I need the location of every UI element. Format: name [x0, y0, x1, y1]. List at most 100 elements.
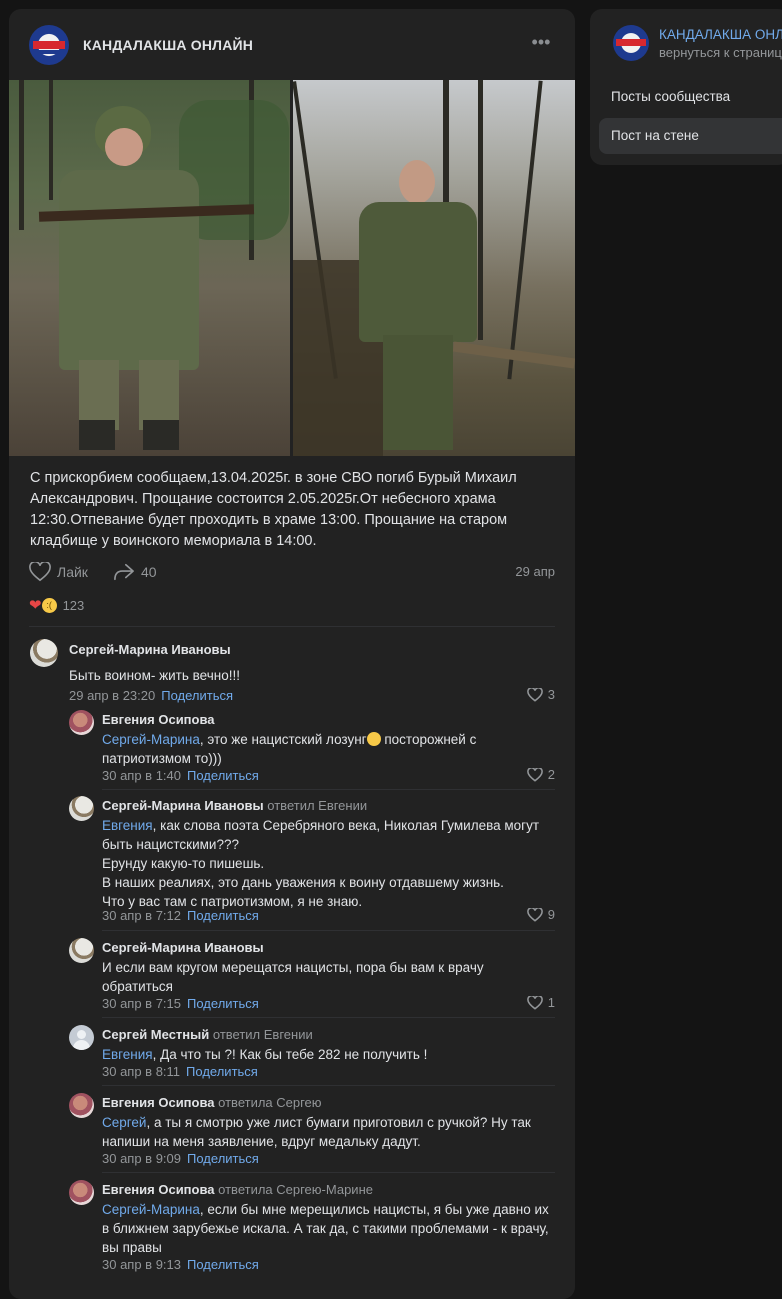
heart-outline-icon	[526, 907, 543, 922]
sidebar-card: КАНДАЛАКША ОНЛАЙН вернуться к странице П…	[590, 9, 782, 165]
community-name[interactable]: КАНДАЛАКША ОНЛАЙН	[83, 37, 253, 53]
heart-outline-icon	[29, 562, 51, 582]
avatar[interactable]	[69, 1093, 94, 1118]
comment-like-count: 1	[547, 995, 555, 1010]
sidebar-community-avatar[interactable]	[613, 25, 649, 61]
replied-to[interactable]: ответил Евгении	[267, 798, 367, 813]
wink-emoji-icon	[366, 732, 381, 746]
replied-to[interactable]: ответила Сергею	[218, 1095, 321, 1110]
comment-like-button[interactable]: 1	[526, 995, 555, 1010]
sidebar-community-name[interactable]: КАНДАЛАКША ОНЛАЙН	[659, 27, 782, 42]
like-button[interactable]: Лайк	[29, 560, 88, 584]
avatar[interactable]	[69, 938, 94, 963]
comment: Сергей-Марина Ивановы Быть воином- жить …	[30, 639, 555, 703]
comment-meta: 30 апр в 8:11 Поделиться	[102, 1064, 258, 1079]
reply-comment: Евгения Осипова ответила Сергею Сергей, …	[69, 1093, 555, 1169]
comment-author: Евгения Осипова ответила Сергею	[102, 1095, 322, 1110]
mention-link[interactable]: Евгения	[102, 818, 153, 833]
mention-link[interactable]: Сергей-Марина	[102, 732, 200, 747]
community-avatar[interactable]	[29, 25, 69, 65]
reply-comment: Сергей Местный ответил Евгении Евгения, …	[69, 1025, 555, 1083]
more-options-icon[interactable]: •••	[531, 33, 551, 51]
sidebar-item-wall-post[interactable]: Пост на стене	[599, 118, 782, 154]
comment-like-count: 9	[547, 907, 555, 922]
comment-meta: 30 апр в 1:40 Поделиться	[102, 768, 259, 783]
divider	[102, 930, 555, 931]
share-link[interactable]: Поделиться	[187, 908, 259, 923]
heart-outline-icon	[526, 767, 543, 782]
divider	[102, 1085, 555, 1086]
share-button[interactable]: 40	[113, 560, 157, 584]
comment-text: Евгения, Да что ты ?! Как бы тебе 282 не…	[102, 1047, 428, 1062]
avatar[interactable]	[30, 639, 58, 667]
share-link[interactable]: Поделиться	[187, 996, 259, 1011]
comment-text: Евгения, как слова поэта Серебряного век…	[102, 818, 540, 909]
comment-author: Сергей Местный ответил Евгении	[102, 1027, 313, 1042]
divider	[29, 626, 555, 627]
post-card: КАНДАЛАКША ОНЛАЙН ••• С прискорбием сооб…	[9, 9, 575, 1299]
comment-time[interactable]: 30 апр в 9:13	[102, 1257, 181, 1272]
reply-comment: Сергей-Марина Ивановы ответил Евгении Ев…	[69, 796, 555, 926]
avatar[interactable]	[69, 1025, 94, 1050]
comment-like-button[interactable]: 2	[526, 767, 555, 782]
comment-meta: 30 апр в 9:09 Поделиться	[102, 1151, 259, 1166]
reply-comment: Евгения Осипова ответила Сергею-Марине С…	[69, 1180, 555, 1275]
mention-link[interactable]: Сергей	[102, 1115, 146, 1130]
heart-reaction-icon: ❤	[29, 597, 42, 614]
divider	[102, 1017, 555, 1018]
comment-meta: 29 апр в 23:20 Поделиться	[69, 688, 233, 703]
comment-meta: 30 апр в 9:13 Поделиться	[102, 1257, 259, 1272]
avatar[interactable]	[69, 1180, 94, 1205]
comment-like-button[interactable]: 3	[526, 687, 555, 702]
mention-link[interactable]: Сергей-Марина	[102, 1202, 200, 1217]
divider	[102, 789, 555, 790]
back-to-page-link[interactable]: вернуться к странице	[659, 45, 782, 60]
divider	[102, 1172, 555, 1173]
comment-time[interactable]: 30 апр в 7:15	[102, 996, 181, 1011]
sidebar-item-community-posts[interactable]: Посты сообщества	[599, 79, 782, 115]
heart-outline-icon	[526, 687, 543, 702]
comment-text: Сергей, а ты я смотрю уже лист бумаги пр…	[102, 1115, 531, 1149]
reactions-count: 123	[62, 597, 85, 613]
replied-to[interactable]: ответил Евгении	[213, 1027, 313, 1042]
post-photo-1[interactable]	[9, 80, 290, 456]
post-actions: Лайк 40 29 апр	[29, 560, 555, 584]
reactions-summary[interactable]: ❤ :( 123	[29, 595, 84, 615]
share-link[interactable]: Поделиться	[187, 768, 259, 783]
share-link[interactable]: Поделиться	[187, 1151, 259, 1166]
mention-link[interactable]: Евгения	[102, 1047, 153, 1062]
share-arrow-icon	[114, 563, 134, 581]
comment-time[interactable]: 30 апр в 8:11	[102, 1064, 180, 1079]
comment-like-count: 2	[547, 767, 555, 782]
share-link[interactable]: Поделиться	[186, 1064, 258, 1079]
sidebar-item-label: Пост на стене	[611, 128, 699, 143]
avatar[interactable]	[69, 710, 94, 735]
sad-reaction-icon: :(	[41, 597, 57, 613]
comment-meta: 30 апр в 7:12 Поделиться	[102, 908, 259, 923]
post-date[interactable]: 29 апр	[515, 564, 555, 579]
like-label: Лайк	[57, 564, 88, 580]
post-photo-2[interactable]	[293, 80, 575, 456]
avatar[interactable]	[69, 796, 94, 821]
post-header: КАНДАЛАКША ОНЛАЙН •••	[29, 25, 555, 65]
comment-time[interactable]: 29 апр в 23:20	[69, 688, 155, 703]
comment-author: Евгения Осипова ответила Сергею-Марине	[102, 1182, 373, 1197]
reply-comment: Сергей-Марина Ивановы И если вам кругом …	[69, 938, 555, 1014]
replied-to[interactable]: ответила Сергею-Марине	[218, 1182, 373, 1197]
reply-comment: Евгения Осипова Сергей-Марина, это же на…	[69, 710, 555, 786]
share-link[interactable]: Поделиться	[161, 688, 233, 703]
comment-time[interactable]: 30 апр в 9:09	[102, 1151, 181, 1166]
comment-author[interactable]: Сергей-Марина Ивановы	[69, 642, 231, 657]
share-link[interactable]: Поделиться	[187, 1257, 259, 1272]
comment-text: Сергей-Марина, если бы мне мерещились на…	[102, 1202, 549, 1255]
share-count: 40	[141, 564, 157, 580]
comment-text: И если вам кругом мерещатся нацисты, пор…	[102, 960, 484, 994]
comment-time[interactable]: 30 апр в 7:12	[102, 908, 181, 923]
comment-like-button[interactable]: 9	[526, 907, 555, 922]
comment-author: Сергей-Марина Ивановы ответил Евгении	[102, 798, 368, 813]
comment-author[interactable]: Евгения Осипова	[102, 712, 215, 727]
comment-like-count: 3	[547, 687, 555, 702]
comment-text: Сергей-Марина, это же нацистский лозунг …	[102, 732, 477, 766]
comment-author[interactable]: Сергей-Марина Ивановы	[102, 940, 264, 955]
comment-time[interactable]: 30 апр в 1:40	[102, 768, 181, 783]
